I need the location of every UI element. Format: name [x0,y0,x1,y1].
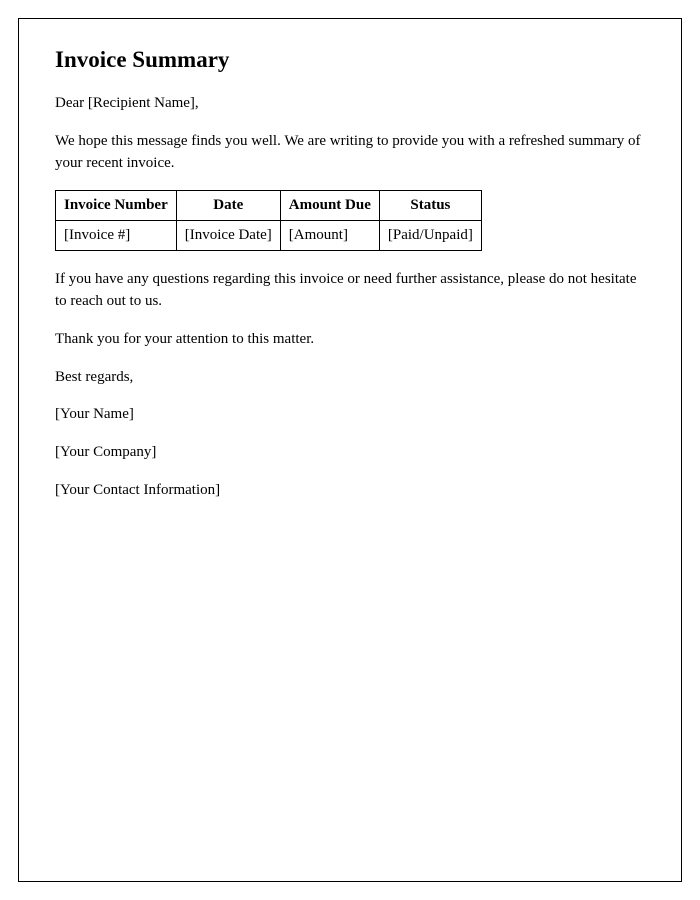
cell-invoice-number: [Invoice #] [56,221,177,251]
signoff-block: Best regards, [Your Name] [Your Company]… [55,367,645,502]
header-amount-due: Amount Due [280,191,379,221]
cell-status: [Paid/Unpaid] [379,221,481,251]
greeting-line: Dear [Recipient Name], [55,93,645,115]
header-date: Date [176,191,280,221]
table-header-row: Invoice Number Date Amount Due Status [56,191,482,221]
page-title: Invoice Summary [55,47,645,73]
header-status: Status [379,191,481,221]
invoice-table: Invoice Number Date Amount Due Status [I… [55,190,482,251]
sender-company: [Your Company] [55,442,645,464]
cell-amount-due: [Amount] [280,221,379,251]
sender-name: [Your Name] [55,404,645,426]
closing-line: Best regards, [55,367,645,389]
thanks-paragraph: Thank you for your attention to this mat… [55,329,645,351]
cell-date: [Invoice Date] [176,221,280,251]
header-invoice-number: Invoice Number [56,191,177,221]
intro-paragraph: We hope this message finds you well. We … [55,131,645,175]
assistance-paragraph: If you have any questions regarding this… [55,269,645,313]
sender-contact: [Your Contact Information] [55,480,645,502]
table-row: [Invoice #] [Invoice Date] [Amount] [Pai… [56,221,482,251]
document-page: Invoice Summary Dear [Recipient Name], W… [18,18,682,882]
